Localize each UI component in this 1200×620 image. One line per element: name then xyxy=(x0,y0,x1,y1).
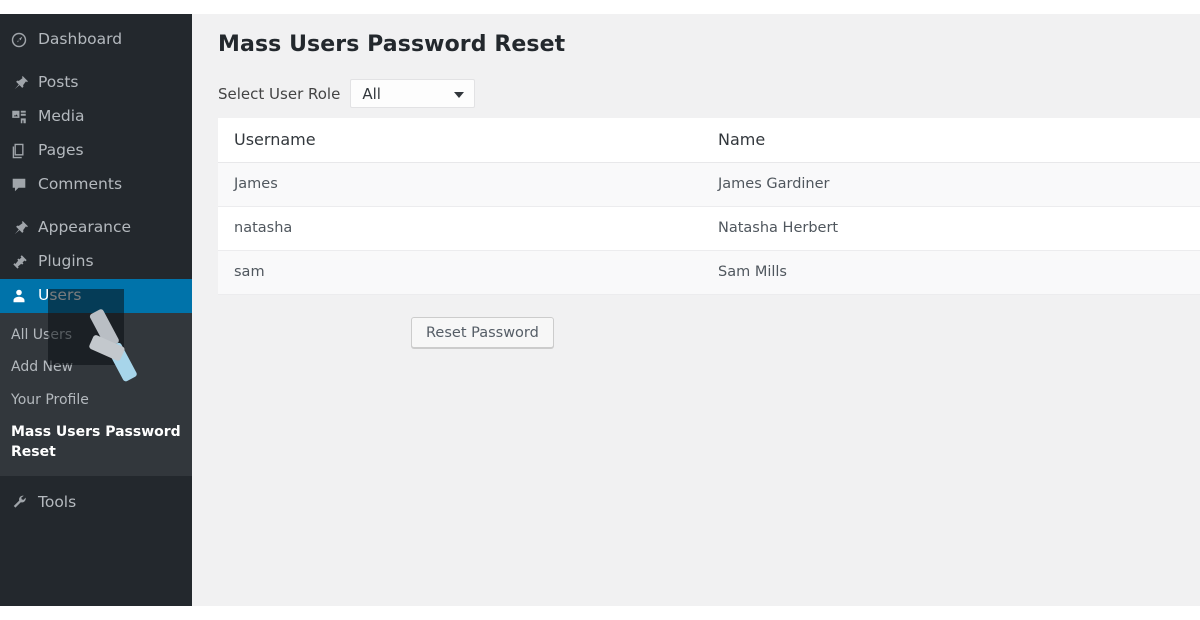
sidebar-divider-1 xyxy=(0,57,192,66)
top-letterbox-strip xyxy=(0,0,1200,14)
cell-username: James xyxy=(234,176,278,192)
column-header-username[interactable]: Username xyxy=(218,118,710,162)
sidebar-item-comments[interactable]: Comments xyxy=(0,168,192,202)
table-row[interactable]: natasha Natasha Herbert xyxy=(218,206,1200,250)
appearance-icon xyxy=(9,218,29,238)
pin-icon xyxy=(9,73,29,93)
sidebar-item-label: Plugins xyxy=(38,252,94,271)
plugins-icon xyxy=(9,252,29,272)
sidebar-item-posts[interactable]: Posts xyxy=(0,66,192,100)
role-filter-label: Select User Role xyxy=(218,84,341,103)
cell-name: Sam Mills xyxy=(718,264,787,280)
submenu-item-all-users[interactable]: All Users xyxy=(0,319,192,351)
sidebar-item-media[interactable]: Media xyxy=(0,100,192,134)
table-row[interactable]: James James Gardiner xyxy=(218,162,1200,206)
sidebar-item-tools[interactable]: Tools xyxy=(0,485,192,519)
sidebar-item-label: Posts xyxy=(38,73,79,92)
sidebar-divider-3 xyxy=(0,476,192,485)
sidebar-divider-2 xyxy=(0,202,192,211)
sidebar-item-label: Appearance xyxy=(38,218,132,237)
table-header-row: Username Name xyxy=(218,118,1200,162)
users-table-body: James James Gardiner natasha Natasha Her… xyxy=(218,162,1200,294)
submenu-item-add-new[interactable]: Add New xyxy=(0,351,192,383)
sidebar-item-label: Users xyxy=(38,286,82,305)
tools-icon xyxy=(9,492,29,512)
sidebar-item-users[interactable]: Users xyxy=(0,279,200,313)
media-icon xyxy=(9,107,29,127)
sidebar-item-label: Media xyxy=(38,107,85,126)
sidebar-item-pages[interactable]: Pages xyxy=(0,134,192,168)
users-icon xyxy=(9,286,29,306)
sidebar-item-plugins[interactable]: Plugins xyxy=(0,245,192,279)
users-submenu: All Users Add New Your Profile Mass User… xyxy=(0,313,192,477)
bottom-letterbox-strip xyxy=(0,606,1200,620)
role-filter-row: Select User Role All xyxy=(218,79,1200,108)
submenu-item-mass-users-password-reset[interactable]: Mass Users Password Reset xyxy=(0,416,192,469)
admin-page: Dashboard Posts Media Pages Comments App… xyxy=(0,14,1200,606)
admin-sidebar: Dashboard Posts Media Pages Comments App… xyxy=(0,14,200,606)
reset-password-button[interactable]: Reset Password xyxy=(411,317,554,348)
users-table-head: Username Name xyxy=(218,118,1200,162)
pages-icon xyxy=(9,141,29,161)
column-header-name[interactable]: Name xyxy=(710,118,1200,162)
wordpress-admin-screen: Dashboard Posts Media Pages Comments App… xyxy=(0,0,1200,620)
sidebar-item-appearance[interactable]: Appearance xyxy=(0,211,192,245)
sidebar-item-dashboard[interactable]: Dashboard xyxy=(0,23,192,57)
dashboard-icon xyxy=(9,30,29,50)
cell-name: Natasha Herbert xyxy=(718,220,839,236)
role-filter-value: All xyxy=(362,84,381,103)
chevron-down-icon xyxy=(454,91,465,98)
sidebar-item-label: Tools xyxy=(38,492,77,511)
sidebar-item-label: Comments xyxy=(38,175,123,194)
sidebar-item-label: Dashboard xyxy=(38,30,123,49)
current-menu-arrow-icon xyxy=(192,288,200,304)
role-filter-select[interactable]: All xyxy=(350,79,476,108)
comments-icon xyxy=(9,175,29,195)
cell-username: sam xyxy=(234,264,265,280)
main-content: Mass Users Password Reset Select User Ro… xyxy=(192,14,1200,606)
cell-username: natasha xyxy=(234,220,293,236)
users-table: Username Name James James Gardiner natas… xyxy=(218,118,1200,295)
sidebar-item-label: Pages xyxy=(38,141,84,160)
page-title: Mass Users Password Reset xyxy=(218,32,566,57)
submenu-item-your-profile[interactable]: Your Profile xyxy=(0,384,192,416)
table-row[interactable]: sam Sam Mills xyxy=(218,250,1200,294)
sidebar-top-spacer xyxy=(0,14,192,23)
cell-name: James Gardiner xyxy=(718,176,830,192)
